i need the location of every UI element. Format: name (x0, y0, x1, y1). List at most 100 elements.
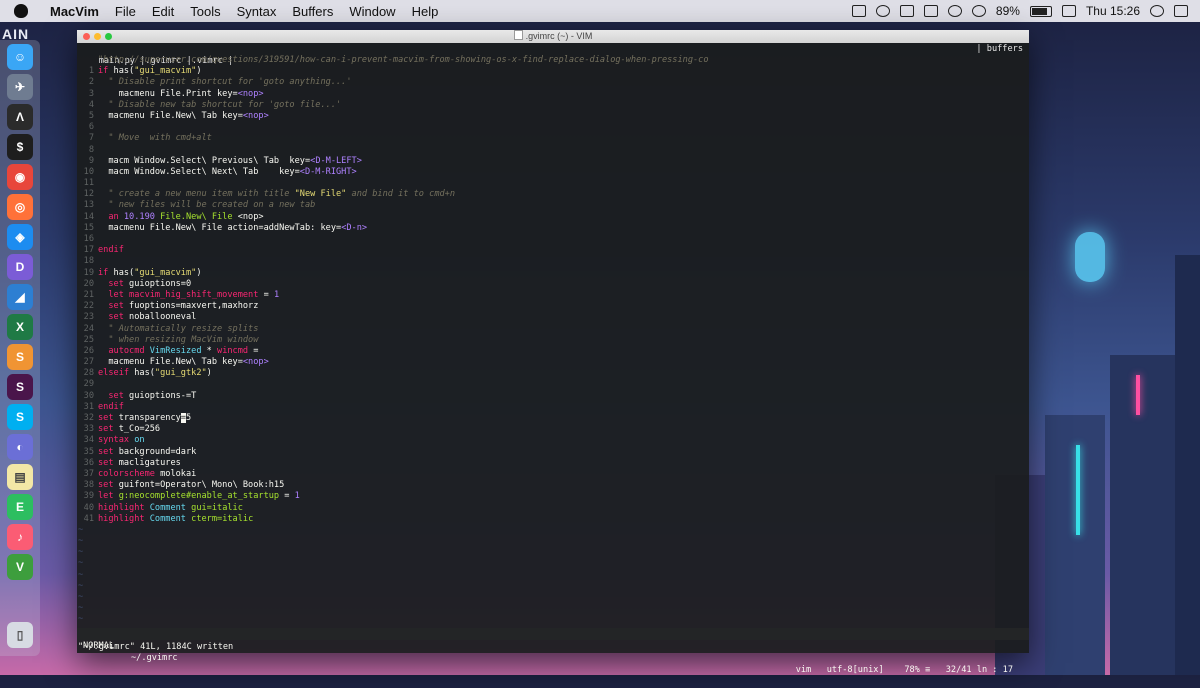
menu-item-tools[interactable]: Tools (182, 4, 228, 19)
code-line[interactable]: 19 if has("gui_macvim") (77, 268, 1029, 279)
code-line[interactable]: 1 if has("gui_macvim") (77, 66, 1029, 77)
code-line[interactable]: 2 " Disable print shortcut for 'goto any… (77, 77, 1029, 88)
code-line[interactable]: 30 set guioptions-=T (77, 391, 1029, 402)
apple-icon[interactable] (14, 4, 28, 18)
battery-percent[interactable]: 89% (996, 4, 1020, 18)
clock[interactable]: Thu 15:26 (1086, 4, 1140, 18)
code-line[interactable]: 18 (77, 256, 1029, 267)
code-line[interactable]: 21 let macvim_hig_shift_movement = 1 (77, 290, 1029, 301)
menu-item-edit[interactable]: Edit (144, 4, 182, 19)
macvim-window[interactable]: .gvimrc (~) - VIM main.py |.gvimrc |.vim… (77, 30, 1029, 675)
code-line[interactable]: 29 (77, 379, 1029, 390)
code-line[interactable]: "http://superuser.com/questions/319591/h… (77, 55, 1029, 66)
dock-chrome-icon[interactable]: ◉ (7, 164, 33, 190)
code-line[interactable]: 11 (77, 178, 1029, 189)
vim-tabline[interactable]: main.py |.gvimrc |.vimrc | | buffers (77, 43, 1029, 66)
code-line[interactable]: 32 set transparency=5 (77, 413, 1029, 424)
code-token: wincmd (217, 345, 249, 356)
code-line[interactable]: 16 (77, 234, 1029, 245)
volume-icon[interactable] (971, 5, 986, 17)
code-line[interactable]: 22 set fuoptions=maxvert,maxhorz (77, 301, 1029, 312)
editor-area[interactable]: "http://superuser.com/questions/319591/h… (77, 55, 1029, 637)
line-text: set macligatures (98, 458, 181, 469)
dock-tweetbot-icon[interactable]: ◐ (7, 434, 33, 460)
dock-sublime-icon[interactable]: Λ (7, 104, 33, 130)
line-text: if has("gui_macvim") (98, 268, 202, 279)
code-line[interactable]: 25 " when resizing MacVim window (77, 335, 1029, 346)
code-token: <D-M-RIGHT> (299, 166, 357, 177)
menu-item-help[interactable]: Help (404, 4, 447, 19)
dock-safari-icon[interactable]: ◈ (7, 224, 33, 250)
code-line[interactable]: 40 highlight Comment gui=italic (77, 503, 1029, 514)
menu-item-buffers[interactable]: Buffers (284, 4, 341, 19)
code-line[interactable]: 7 " Move with cmd+alt (77, 133, 1029, 144)
code-line[interactable]: 24 " Automatically resize splits (77, 324, 1029, 335)
notification-center-icon[interactable] (1174, 5, 1188, 17)
code-line[interactable]: 14 an 10.190 File.New\ File <nop> (77, 212, 1029, 223)
code-token: 10.190 (123, 211, 155, 222)
code-line[interactable]: 38 set guifont=Operator\ Mono\ Book:h15 (77, 480, 1029, 491)
cloud-icon[interactable] (875, 5, 890, 17)
code-line[interactable]: 23 set noballooneval (77, 312, 1029, 323)
line-number: 10 (83, 166, 94, 177)
menu-item-syntax[interactable]: Syntax (229, 4, 285, 19)
battery-icon[interactable] (1029, 5, 1052, 17)
code-line[interactable]: 3 macmenu File.Print key=<nop> (77, 89, 1029, 100)
status-line: NORMAL ~/.gvimrc vim utf-8[unix] 78% ≡ 3… (77, 628, 1029, 675)
dock-terminal-icon[interactable]: $ (7, 134, 33, 160)
key-icon[interactable] (923, 5, 938, 17)
search-icon[interactable] (1150, 5, 1164, 17)
dock-finder-icon[interactable]: ☺ (7, 44, 33, 70)
code-token: VimResized (149, 345, 202, 356)
code-line[interactable]: 34 syntax on (77, 435, 1029, 446)
wifi-icon[interactable] (947, 5, 962, 17)
minimize-button[interactable] (94, 33, 101, 40)
dock-evernote-icon[interactable]: E (7, 494, 33, 520)
code-line[interactable]: 17 endif (77, 245, 1029, 256)
code-line[interactable]: 28 elseif has("gui_gtk2") (77, 368, 1029, 379)
dock-notes-icon[interactable]: ▤ (7, 464, 33, 490)
menu-item-window[interactable]: Window (341, 4, 403, 19)
code-line[interactable]: 36 set macligatures (77, 458, 1029, 469)
code-line[interactable]: 31 endif (77, 402, 1029, 413)
dock-itunes-icon[interactable]: ♪ (7, 524, 33, 550)
code-line[interactable]: 12 " create a new menu item with title "… (77, 189, 1029, 200)
code-line[interactable]: 5 macmenu File.New\ Tab key=<nop> (77, 111, 1029, 122)
keyboard-icon[interactable] (1061, 5, 1076, 17)
code-line[interactable]: 4 " Disable new tab shortcut for 'goto f… (77, 100, 1029, 111)
dock-excel-icon[interactable]: X (7, 314, 33, 340)
dock-skype-icon[interactable]: S (7, 404, 33, 430)
dock-launchpad-icon[interactable]: ✈ (7, 74, 33, 100)
dock-trash-icon[interactable]: ▯ (7, 622, 33, 648)
link-icon[interactable] (851, 5, 866, 17)
close-button[interactable] (83, 33, 90, 40)
code-line[interactable]: 20 set guioptions=0 (77, 279, 1029, 290)
code-line[interactable]: 8 (77, 145, 1029, 156)
window-titlebar[interactable]: .gvimrc (~) - VIM (77, 30, 1029, 43)
code-line[interactable]: 13 " new files will be created on a new … (77, 200, 1029, 211)
dock-slack-icon[interactable]: S (7, 374, 33, 400)
dock-vim-icon[interactable]: V (7, 554, 33, 580)
code-line[interactable]: 33 set t_Co=256 (77, 424, 1029, 435)
dock-dash-icon[interactable]: D (7, 254, 33, 280)
code-line[interactable]: 6 (77, 122, 1029, 133)
code-line[interactable]: 41 highlight Comment cterm=italic (77, 514, 1029, 525)
code-line[interactable]: 27 macmenu File.New\ Tab key=<nop> (77, 357, 1029, 368)
printer-icon[interactable] (899, 5, 914, 17)
dock-sublime-merge-icon[interactable]: S (7, 344, 33, 370)
code-line[interactable]: 37 colorscheme molokai (77, 469, 1029, 480)
code-line[interactable]: 39 let g:neocomplete#enable_at_startup = … (77, 491, 1029, 502)
code-line[interactable]: 15 macmenu File.New\ File action=addNewT… (77, 223, 1029, 234)
dock-xcode-tools-icon[interactable]: ◢ (7, 284, 33, 310)
code-token: transparency (118, 413, 181, 423)
code-line[interactable]: 35 set background=dark (77, 447, 1029, 458)
zoom-button[interactable] (105, 33, 112, 40)
menu-app-name[interactable]: MacVim (42, 4, 107, 19)
code-line[interactable]: 26 autocmd VimResized * wincmd = (77, 346, 1029, 357)
line-number: 31 (83, 401, 94, 412)
code-line[interactable]: 9 macm Window.Select\ Previous\ Tab key=… (77, 156, 1029, 167)
code-line[interactable]: 10 macm Window.Select\ Next\ Tab key=<D-… (77, 167, 1029, 178)
menu-item-file[interactable]: File (107, 4, 144, 19)
dock-firefox-icon[interactable]: ◎ (7, 194, 33, 220)
command-line[interactable]: "~/.gvimrc" 41L, 1184C written (78, 641, 233, 653)
